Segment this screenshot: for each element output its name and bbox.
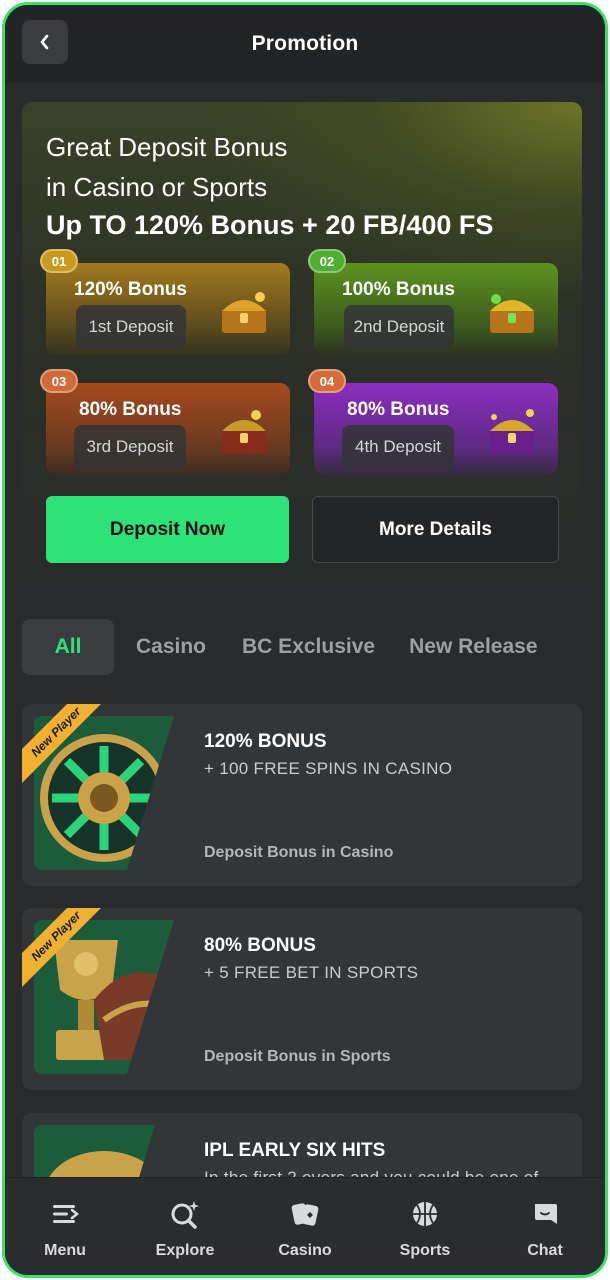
nav-chat[interactable]: Chat xyxy=(485,1178,605,1275)
tier-deposit-label: 1st Deposit xyxy=(76,305,186,349)
nav-label: Chat xyxy=(527,1242,563,1259)
nav-label: Menu xyxy=(44,1242,86,1259)
nav-menu[interactable]: Menu xyxy=(5,1178,125,1275)
promo-banner: Great Deposit Bonus in Casino or Sports … xyxy=(22,102,582,583)
more-details-button[interactable]: More Details xyxy=(312,496,559,563)
card-footer: Deposit Bonus in Casino xyxy=(204,844,394,861)
tab-new-release[interactable]: New Release xyxy=(409,619,537,675)
treasure-chest-icon xyxy=(490,409,534,453)
tier-badge: 01 xyxy=(40,249,78,273)
promo-card[interactable]: New Player 120% BONUS + 100 FREE SPINS I… xyxy=(22,704,582,886)
category-tabs: All Casino BC Exclusive New Release xyxy=(22,619,538,675)
deposit-tier-2: 02 100% Bonus 2nd Deposit xyxy=(308,249,558,355)
promo-headline-1: Great Deposit Bonus xyxy=(46,132,288,162)
back-button[interactable] xyxy=(22,20,68,64)
card-title: IPL EARLY SIX HITS xyxy=(204,1140,386,1161)
card-subtitle: + 5 FREE BET IN SPORTS xyxy=(204,963,419,982)
tier-deposit-label: 4th Deposit xyxy=(342,425,454,469)
promo-headline-2: in Casino or Sports xyxy=(46,172,268,202)
page-title: Promotion xyxy=(251,32,359,55)
tier-deposit-label: 2nd Deposit xyxy=(344,305,454,349)
deposit-now-button[interactable]: Deposit Now xyxy=(46,496,289,563)
tier-bonus: 80% Bonus xyxy=(79,399,182,420)
basketball-icon xyxy=(409,1198,441,1230)
tier-bonus: 80% Bonus xyxy=(347,399,450,420)
tier-badge: 04 xyxy=(308,369,346,393)
explore-icon xyxy=(169,1198,201,1230)
tab-casino[interactable]: Casino xyxy=(136,619,206,675)
treasure-chest-icon xyxy=(490,294,534,333)
deposit-tier-3: 03 80% Bonus 3rd Deposit xyxy=(40,369,290,475)
tier-badge: 03 xyxy=(40,369,78,393)
promo-headline-3: Up TO 120% Bonus + 20 FB/400 FS xyxy=(46,210,494,240)
card-title: 80% BONUS xyxy=(204,935,316,956)
tab-bc-exclusive[interactable]: BC Exclusive xyxy=(242,619,375,675)
deposit-tier-1: 01 120% Bonus 1st Deposit xyxy=(40,249,290,355)
nav-label: Sports xyxy=(399,1242,451,1259)
deposit-tier-4: 04 80% Bonus 4th Deposit xyxy=(308,369,558,475)
app-frame: Promotion Great Deposit Bonus in Casino … xyxy=(2,2,608,1278)
treasure-chest-icon xyxy=(222,410,266,453)
card-footer: Deposit Bonus in Sports xyxy=(204,1048,391,1065)
cards-icon xyxy=(289,1198,321,1230)
tab-all[interactable]: All xyxy=(22,619,114,675)
tier-bonus: 120% Bonus xyxy=(74,279,187,300)
nav-label: Explore xyxy=(155,1242,215,1259)
chevron-left-icon xyxy=(40,34,49,50)
nav-sports[interactable]: Sports xyxy=(365,1178,485,1275)
nav-explore[interactable]: Explore xyxy=(125,1178,245,1275)
bottom-navigation: Menu Explore Casino Sports Chat xyxy=(5,1177,605,1275)
promo-card[interactable]: New Player 80% BONUS + 5 FREE BET IN SPO… xyxy=(22,908,582,1090)
card-title: 120% BONUS xyxy=(204,731,327,752)
chat-icon xyxy=(529,1198,561,1230)
tier-deposit-label: 3rd Deposit xyxy=(74,425,186,469)
nav-casino[interactable]: Casino xyxy=(245,1178,365,1275)
tier-badge: 02 xyxy=(308,249,346,273)
card-subtitle: + 100 FREE SPINS IN CASINO xyxy=(204,759,453,778)
tier-bonus: 100% Bonus xyxy=(342,279,455,300)
header: Promotion xyxy=(5,5,605,83)
nav-label: Casino xyxy=(278,1242,332,1259)
treasure-chest-icon xyxy=(222,292,266,333)
menu-icon xyxy=(49,1198,81,1230)
